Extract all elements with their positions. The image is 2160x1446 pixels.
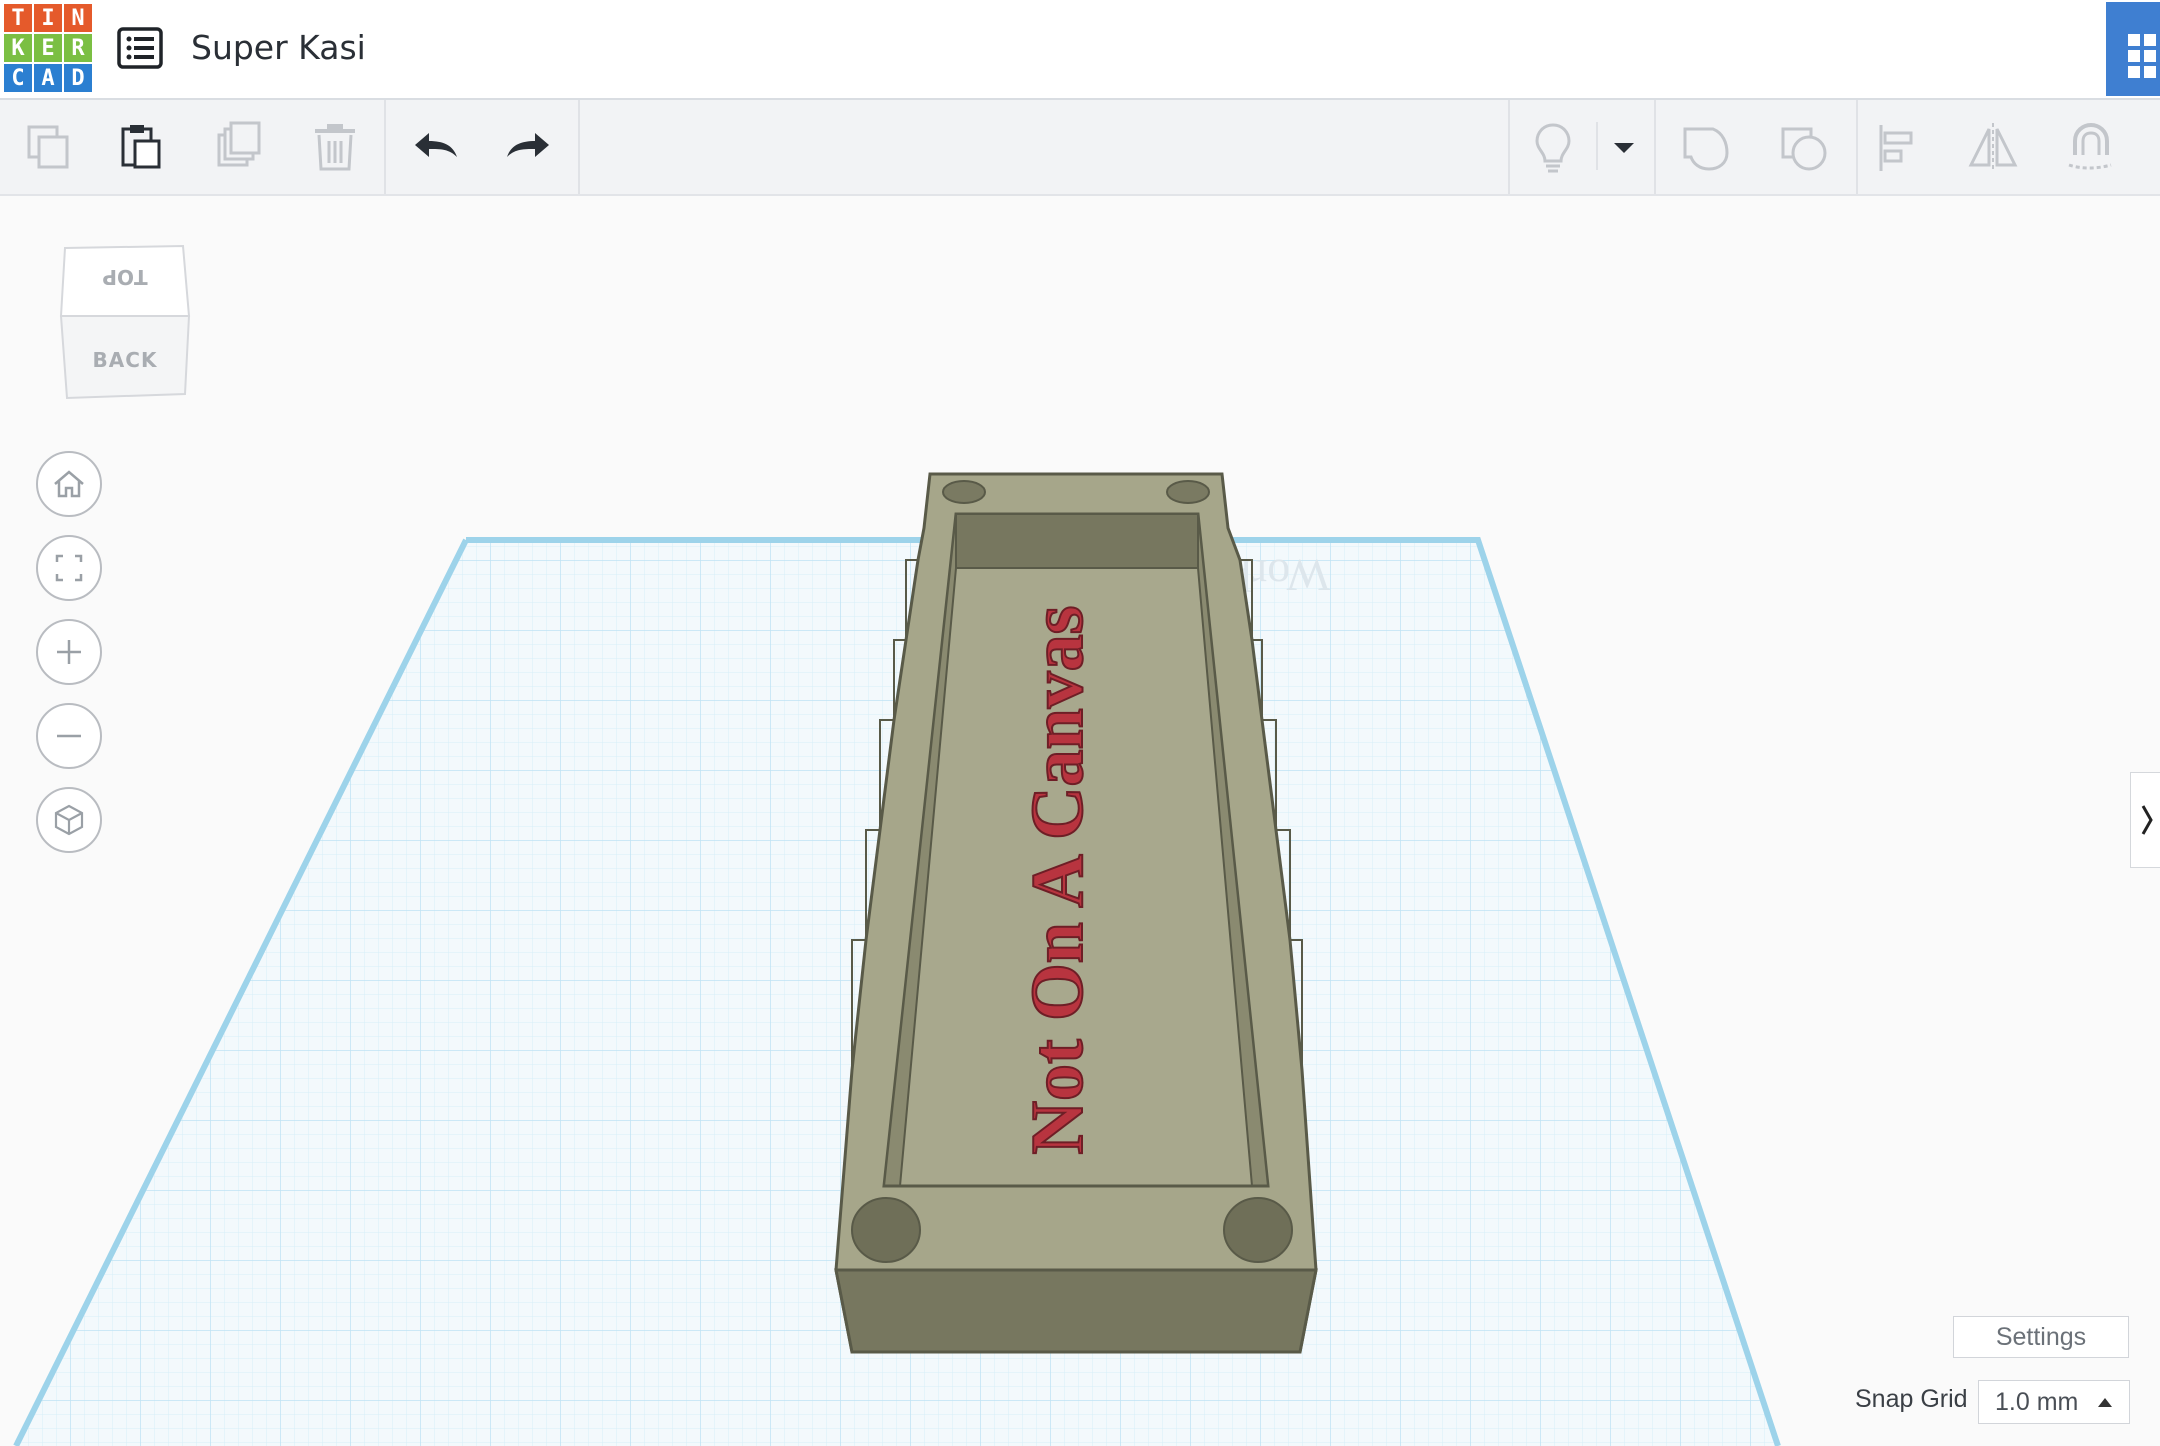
zoom-in-button[interactable] (36, 619, 102, 685)
copy-button[interactable] (16, 114, 82, 180)
fit-view-button[interactable] (36, 535, 102, 601)
snap-grid-label: Snap Grid (1855, 1385, 1968, 1413)
mirror-icon (1968, 123, 2018, 171)
toolbar-divider (578, 100, 580, 194)
perspective-icon (54, 804, 84, 836)
settings-button[interactable]: Settings (1953, 1316, 2129, 1358)
mount-hole (1166, 480, 1210, 504)
logo-letter: K (4, 34, 32, 62)
mount-hole (942, 480, 986, 504)
group-button[interactable] (1672, 114, 1738, 180)
undo-button[interactable] (402, 114, 468, 180)
undo-icon (415, 133, 457, 157)
chevron-right-icon (2141, 805, 2153, 835)
ungroup-icon (1781, 127, 1827, 171)
app-header: T I N K E R C A D Super Kasi (0, 0, 2160, 100)
align-icon (1879, 125, 1913, 171)
notes-dropdown-button[interactable] (1596, 114, 1652, 180)
dashboard-grid-button[interactable] (2106, 2, 2160, 96)
perspective-button[interactable] (36, 787, 102, 853)
toolbar-divider (1654, 100, 1656, 194)
redo-icon (507, 133, 549, 157)
zoom-out-icon (57, 734, 81, 738)
toolbar-divider (1856, 100, 1858, 194)
align-button[interactable] (1866, 114, 1932, 180)
ungroup-button[interactable] (1770, 114, 1836, 180)
duplicate-icon (217, 121, 261, 167)
group-icon (1683, 127, 1729, 171)
cruise-button[interactable] (2056, 114, 2122, 180)
delete-button[interactable] (302, 114, 368, 180)
lightbulb-icon (1535, 123, 1571, 173)
list-icon (117, 27, 163, 69)
logo-letter: A (34, 64, 62, 92)
grid-icon (2128, 34, 2156, 78)
logo-letter: R (64, 34, 92, 62)
toolbar-divider (384, 100, 386, 194)
paste-button[interactable] (108, 114, 174, 180)
logo-letter: E (34, 34, 62, 62)
logo-letter: I (34, 4, 62, 32)
design-list-button[interactable] (116, 26, 164, 70)
edit-toolbar (0, 100, 2160, 196)
logo-letter: T (4, 4, 32, 32)
tinkercad-logo[interactable]: T I N K E R C A D (4, 4, 92, 92)
paste-icon (121, 125, 161, 169)
copy-icon (27, 125, 69, 169)
notes-button[interactable] (1520, 114, 1586, 180)
home-icon (54, 470, 84, 498)
workplane-viewport[interactable]: Workplane Not On A Canvas (0, 196, 2160, 1446)
model-text[interactable]: Not On A Canvas (1016, 605, 1100, 1156)
logo-letter: D (64, 64, 92, 92)
view-cube-back[interactable]: BACK (75, 348, 175, 372)
mount-hole (851, 1197, 921, 1263)
logo-letter: C (4, 64, 32, 92)
redo-button[interactable] (496, 114, 562, 180)
view-cube-top[interactable]: TOP (95, 265, 155, 289)
home-view-button[interactable] (36, 451, 102, 517)
caret-up-icon[interactable] (2098, 1398, 2112, 1407)
logo-letter: N (64, 4, 92, 32)
mirror-button[interactable] (1960, 114, 2026, 180)
panel-toggle-button[interactable] (2130, 772, 2160, 868)
zoom-out-button[interactable] (36, 703, 102, 769)
magnet-icon (2068, 122, 2112, 170)
zoom-in-icon (57, 640, 81, 664)
trash-icon (315, 124, 355, 171)
mount-hole (1223, 1197, 1293, 1263)
toolbar-divider (1508, 100, 1510, 194)
chevron-down-icon (1614, 143, 1634, 153)
snap-grid-value: 1.0 mm (1995, 1387, 2079, 1416)
duplicate-button[interactable] (206, 114, 272, 180)
design-title[interactable]: Super Kasi (191, 28, 366, 67)
fit-icon (55, 554, 83, 582)
